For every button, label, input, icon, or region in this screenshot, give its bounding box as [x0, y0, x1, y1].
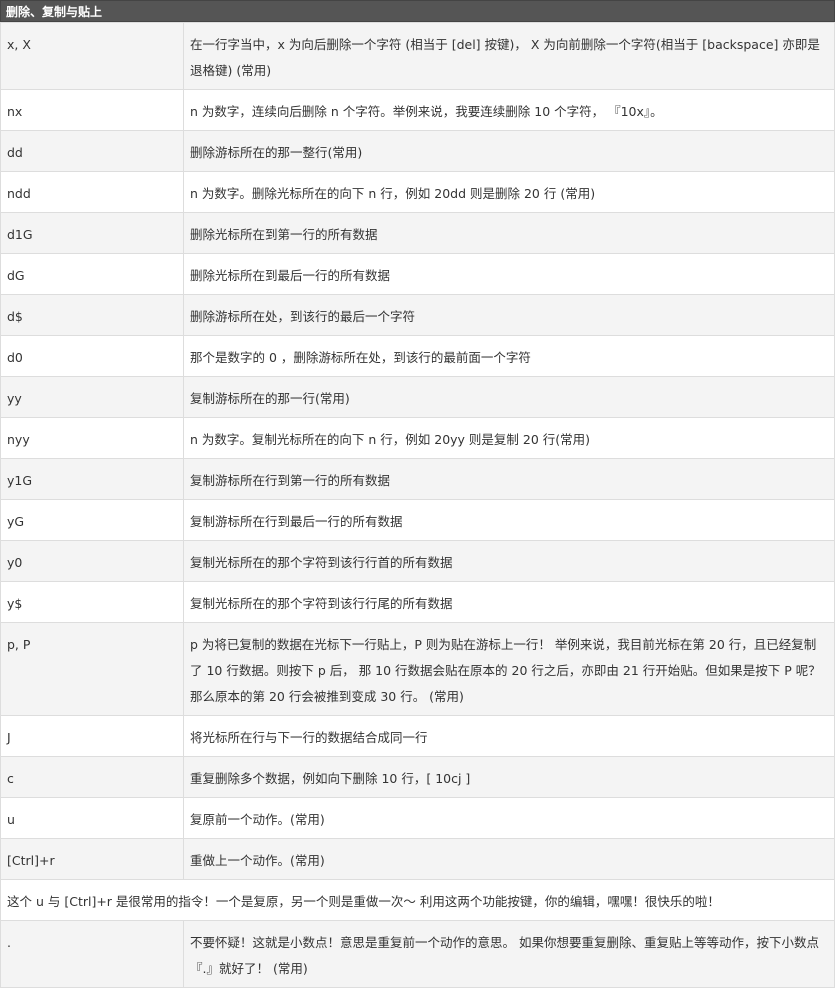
command-cell: dG — [0, 253, 184, 295]
description-cell: 删除光标所在到第一行的所有数据 — [183, 212, 835, 254]
command-cell: nyy — [0, 417, 184, 459]
table-row: dd 删除游标所在的那一整行(常用) — [0, 130, 835, 172]
command-cell: d$ — [0, 294, 184, 336]
description-cell: n 为数字。复制光标所在的向下 n 行，例如 20yy 则是复制 20 行(常用… — [183, 417, 835, 459]
table-row: yy 复制游标所在的那一行(常用) — [0, 376, 835, 418]
description-cell: 那个是数字的 0 ，删除游标所在处，到该行的最前面一个字符 — [183, 335, 835, 377]
table-row: c 重复删除多个数据，例如向下删除 10 行，[ 10cj ] — [0, 756, 835, 798]
command-cell: d0 — [0, 335, 184, 377]
command-cell: c — [0, 756, 184, 798]
description-cell: 不要怀疑！这就是小数点！意思是重复前一个动作的意思。 如果你想要重复删除、重复贴… — [183, 920, 835, 988]
table-row: nx n 为数字，连续向后删除 n 个字符。举例来说，我要连续删除 10 个字符，… — [0, 89, 835, 131]
description-cell: 复制游标所在的那一行(常用) — [183, 376, 835, 418]
command-cell: d1G — [0, 212, 184, 254]
table-row: yG 复制游标所在行到最后一行的所有数据 — [0, 499, 835, 541]
command-cell: x, X — [0, 22, 184, 90]
description-cell: p 为将已复制的数据在光标下一行贴上，P 则为贴在游标上一行！ 举例来说，我目前… — [183, 622, 835, 716]
table-row: J 将光标所在行与下一行的数据结合成同一行 — [0, 715, 835, 757]
description-cell: 删除游标所在处，到该行的最后一个字符 — [183, 294, 835, 336]
section-title: 删除、复制与贴上 — [6, 5, 103, 19]
table-row: nyy n 为数字。复制光标所在的向下 n 行，例如 20yy 则是复制 20 行… — [0, 417, 835, 459]
command-cell: . — [0, 920, 184, 988]
description-cell: 将光标所在行与下一行的数据结合成同一行 — [183, 715, 835, 757]
command-cell: u — [0, 797, 184, 839]
description-cell: n 为数字。删除光标所在的向下 n 行，例如 20dd 则是删除 20 行 (常… — [183, 171, 835, 213]
section-header: 删除、复制与贴上 — [0, 0, 835, 22]
table-row: y1G 复制游标所在行到第一行的所有数据 — [0, 458, 835, 500]
table-row: ndd n 为数字。删除光标所在的向下 n 行，例如 20dd 则是删除 20 行… — [0, 171, 835, 213]
command-cell: y0 — [0, 540, 184, 582]
table-row: u 复原前一个动作。(常用) — [0, 797, 835, 839]
command-cell: J — [0, 715, 184, 757]
table-row: d0 那个是数字的 0 ，删除游标所在处，到该行的最前面一个字符 — [0, 335, 835, 377]
command-cell: yy — [0, 376, 184, 418]
page: 删除、复制与贴上 x, X 在一行字当中，x 为向后删除一个字符 (相当于 [de… — [0, 0, 835, 989]
command-cell: nx — [0, 89, 184, 131]
table-row: . 不要怀疑！这就是小数点！意思是重复前一个动作的意思。 如果你想要重复删除、重复… — [0, 920, 835, 988]
description-cell: 复制游标所在行到最后一行的所有数据 — [183, 499, 835, 541]
command-cell: y1G — [0, 458, 184, 500]
table-row: d1G 删除光标所在到第一行的所有数据 — [0, 212, 835, 254]
table-row: y0 复制光标所在的那个字符到该行行首的所有数据 — [0, 540, 835, 582]
description-cell: n 为数字，连续向后删除 n 个字符。举例来说，我要连续删除 10 个字符， 『… — [183, 89, 835, 131]
command-table: x, X 在一行字当中，x 为向后删除一个字符 (相当于 [del] 按键)， X… — [0, 22, 835, 988]
description-cell: 重复删除多个数据，例如向下删除 10 行，[ 10cj ] — [183, 756, 835, 798]
description-cell: 在一行字当中，x 为向后删除一个字符 (相当于 [del] 按键)， X 为向前… — [183, 22, 835, 90]
description-cell: 复制光标所在的那个字符到该行行尾的所有数据 — [183, 581, 835, 623]
description-cell: 删除游标所在的那一整行(常用) — [183, 130, 835, 172]
command-cell: ndd — [0, 171, 184, 213]
table-row: [Ctrl]+r 重做上一个动作。(常用) — [0, 838, 835, 880]
table-row: y$ 复制光标所在的那个字符到该行行尾的所有数据 — [0, 581, 835, 623]
description-cell: 复原前一个动作。(常用) — [183, 797, 835, 839]
command-cell: y$ — [0, 581, 184, 623]
command-cell: yG — [0, 499, 184, 541]
command-cell: [Ctrl]+r — [0, 838, 184, 880]
description-cell: 复制光标所在的那个字符到该行行首的所有数据 — [183, 540, 835, 582]
table-row: dG 删除光标所在到最后一行的所有数据 — [0, 253, 835, 295]
note-row: 这个 u 与 [Ctrl]+r 是很常用的指令！一个是复原，另一个则是重做一次～… — [0, 879, 835, 921]
table-row: d$ 删除游标所在处，到该行的最后一个字符 — [0, 294, 835, 336]
note-cell: 这个 u 与 [Ctrl]+r 是很常用的指令！一个是复原，另一个则是重做一次～… — [0, 879, 835, 921]
description-cell: 重做上一个动作。(常用) — [183, 838, 835, 880]
description-cell: 删除光标所在到最后一行的所有数据 — [183, 253, 835, 295]
table-row: x, X 在一行字当中，x 为向后删除一个字符 (相当于 [del] 按键)， X… — [0, 22, 835, 90]
description-cell: 复制游标所在行到第一行的所有数据 — [183, 458, 835, 500]
command-cell: dd — [0, 130, 184, 172]
command-cell: p, P — [0, 622, 184, 716]
command-table-body: x, X 在一行字当中，x 为向后删除一个字符 (相当于 [del] 按键)， X… — [0, 22, 835, 988]
table-row: p, Pp 为将已复制的数据在光标下一行贴上，P 则为贴在游标上一行！ 举例来说… — [0, 622, 835, 716]
